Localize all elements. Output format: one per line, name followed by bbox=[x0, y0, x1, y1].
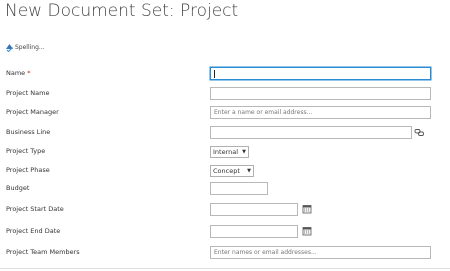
project-start-date-label: Project Start Date bbox=[6, 205, 64, 213]
spelling-button[interactable]: Spelling... bbox=[5, 42, 45, 53]
project-manager-people-picker[interactable]: Enter a name or email address... bbox=[210, 106, 431, 119]
field-row-name: Name * bbox=[0, 67, 450, 81]
dropdown-arrow-icon: ▼ bbox=[242, 149, 246, 155]
project-type-value: Internal bbox=[213, 148, 239, 156]
calendar-icon[interactable] bbox=[302, 204, 312, 214]
field-row-project-phase: Project Phase Concept ▼ bbox=[0, 164, 450, 178]
calendar-icon[interactable] bbox=[302, 226, 312, 236]
required-marker: * bbox=[27, 69, 31, 77]
project-phase-value: Concept bbox=[213, 167, 240, 175]
name-input[interactable] bbox=[210, 67, 431, 80]
field-row-budget: Budget bbox=[0, 182, 450, 196]
field-row-project-start-date: Project Start Date bbox=[0, 203, 450, 217]
field-row-project-manager: Project Manager Enter a name or email ad… bbox=[0, 106, 450, 120]
project-phase-label: Project Phase bbox=[6, 166, 50, 174]
business-line-input[interactable] bbox=[210, 126, 412, 139]
project-start-date-input[interactable] bbox=[210, 203, 298, 216]
name-label: Name * bbox=[6, 69, 31, 77]
budget-input[interactable] bbox=[210, 182, 268, 195]
field-row-project-team-members: Project Team Members Enter names or emai… bbox=[0, 246, 450, 260]
project-type-select[interactable]: Internal ▼ bbox=[210, 146, 249, 158]
project-team-members-label: Project Team Members bbox=[6, 248, 80, 256]
link-icon[interactable] bbox=[414, 127, 425, 138]
project-manager-label: Project Manager bbox=[6, 108, 59, 116]
divider bbox=[0, 268, 450, 269]
project-team-members-people-picker[interactable]: Enter names or email addresses... bbox=[210, 246, 431, 259]
project-end-date-label: Project End Date bbox=[6, 227, 61, 235]
project-name-input[interactable] bbox=[210, 87, 431, 100]
spelling-label: Spelling... bbox=[15, 44, 45, 51]
field-row-project-end-date: Project End Date bbox=[0, 225, 450, 239]
text-caret bbox=[214, 70, 215, 78]
new-document-set-form: New Document Set: Project Spelling... Na… bbox=[0, 0, 450, 271]
spell-check-icon bbox=[6, 44, 13, 52]
dropdown-arrow-icon: ▼ bbox=[247, 168, 251, 174]
business-line-label: Business Line bbox=[6, 128, 51, 136]
project-name-label: Project Name bbox=[6, 89, 50, 97]
field-row-project-type: Project Type Internal ▼ bbox=[0, 145, 450, 159]
project-phase-select[interactable]: Concept ▼ bbox=[210, 165, 254, 177]
field-row-business-line: Business Line bbox=[0, 126, 450, 140]
field-row-project-name: Project Name bbox=[0, 87, 450, 101]
project-type-label: Project Type bbox=[6, 147, 46, 155]
project-end-date-input[interactable] bbox=[210, 225, 298, 238]
budget-label: Budget bbox=[6, 184, 30, 192]
page-title: New Document Set: Project bbox=[5, 1, 239, 21]
